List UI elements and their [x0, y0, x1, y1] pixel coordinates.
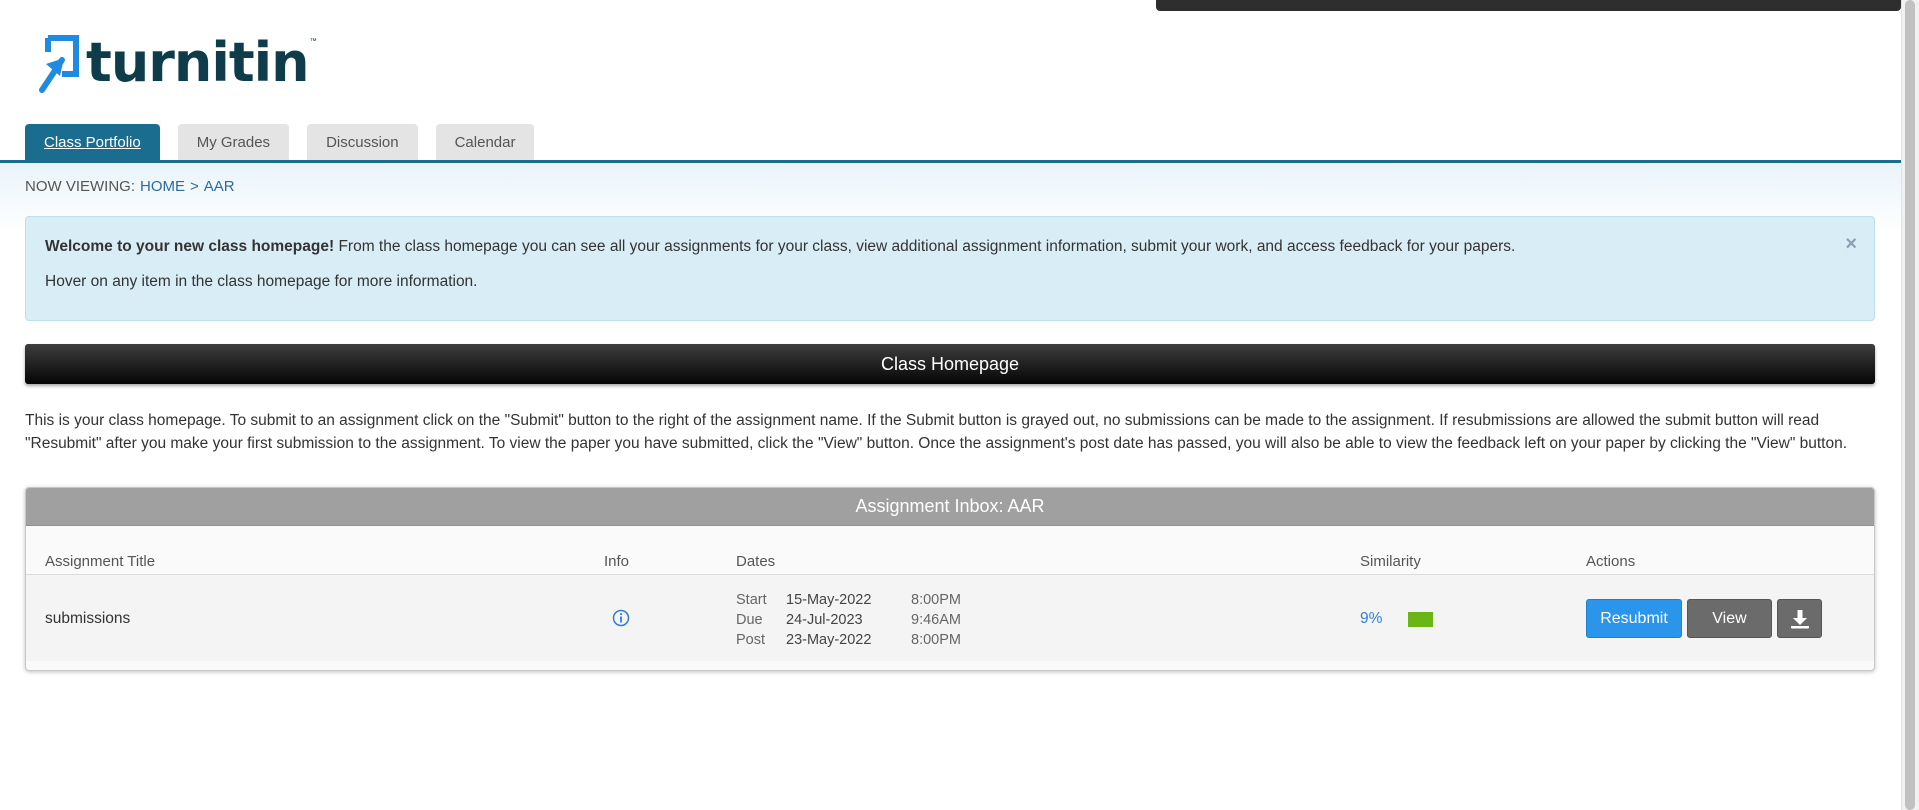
time-value: 8:00PM [911, 632, 961, 648]
welcome-message: Welcome to your new class homepage! From… [45, 237, 1855, 256]
assignment-title: submissions [45, 610, 131, 627]
date-value: 24-Jul-2023 [786, 612, 863, 628]
breadcrumb-prefix: NOW VIEWING: [25, 178, 135, 195]
tab-discussion[interactable]: Discussion [307, 124, 418, 160]
date-value: 15-May-2022 [786, 592, 872, 608]
tab-calendar[interactable]: Calendar [435, 124, 535, 160]
top-toolbar-strip [1156, 0, 1901, 11]
close-icon[interactable]: × [1845, 234, 1857, 254]
breadcrumb-current-link[interactable]: AAR [204, 178, 235, 195]
scrollbar-thumb[interactable] [1905, 0, 1915, 810]
download-button[interactable] [1777, 599, 1822, 638]
date-row-due: Due 24-Jul-2023 9:46AM [736, 610, 971, 630]
welcome-text: From the class homepage you can see all … [338, 238, 1516, 255]
assignment-dates: Start 15-May-2022 8:00PM Due 24-Jul-2023… [736, 590, 971, 650]
time-value: 9:46AM [911, 612, 961, 628]
vertical-scrollbar[interactable] [1901, 0, 1919, 810]
column-header-similarity: Similarity [1360, 553, 1421, 570]
welcome-heading: Welcome to your new class homepage! [45, 238, 335, 255]
column-header-actions: Actions [1586, 553, 1636, 570]
resubmit-button[interactable]: Resubmit [1586, 599, 1682, 638]
assignment-inbox-title: Assignment Inbox: AAR [26, 488, 1874, 526]
class-homepage-header: Class Homepage [25, 344, 1875, 384]
table-row: submissions Start 15-May-2022 8:00PM Due… [26, 575, 1874, 661]
main-tabs: Class Portfolio My Grades Discussion Cal… [25, 124, 535, 160]
column-header-dates: Dates [736, 553, 776, 570]
assignment-table-header: Assignment Title Info Dates Similarity A… [26, 526, 1874, 575]
view-button[interactable]: View [1687, 599, 1772, 638]
tab-class-portfolio[interactable]: Class Portfolio [25, 124, 160, 160]
date-value: 23-May-2022 [786, 632, 872, 648]
date-row-start: Start 15-May-2022 8:00PM [736, 590, 971, 610]
column-header-info: Info [604, 553, 630, 570]
turnitin-logo-icon [39, 35, 79, 93]
info-icon[interactable] [612, 609, 630, 631]
similarity-percentage[interactable]: 9% [1360, 610, 1382, 628]
class-homepage-description: This is your class homepage. To submit t… [25, 412, 1848, 452]
logo-trademark: ™ [309, 37, 317, 45]
date-label: Start [736, 592, 767, 608]
similarity-color-indicator[interactable] [1408, 611, 1434, 627]
breadcrumb: NOW VIEWING: HOME > AAR [25, 178, 235, 195]
date-row-post: Post 23-May-2022 8:00PM [736, 630, 971, 650]
page: turnitin ™ Class Portfolio My Grades Dis… [0, 0, 1919, 810]
class-homepage-title: Class Homepage [880, 353, 1020, 374]
date-label: Post [736, 632, 766, 648]
assignment-actions: Resubmit View [1586, 599, 1822, 638]
date-label: Due [736, 612, 763, 628]
welcome-alert: Welcome to your new class homepage! From… [25, 216, 1875, 321]
breadcrumb-home-link[interactable]: HOME [140, 178, 185, 195]
turnitin-logo[interactable]: turnitin ™ [36, 31, 317, 100]
time-value: 8:00PM [911, 592, 961, 608]
download-icon [1790, 609, 1809, 628]
assignment-inbox: Assignment Inbox: AAR Assignment Title I… [25, 487, 1875, 671]
similarity-score: 9% [1360, 610, 1434, 628]
welcome-hint: Hover on any item in the class homepage … [45, 273, 478, 291]
tab-my-grades[interactable]: My Grades [177, 124, 290, 160]
column-header-title: Assignment Title [45, 553, 156, 570]
logo-text: turnitin [86, 31, 310, 94]
breadcrumb-separator: > [190, 178, 199, 195]
